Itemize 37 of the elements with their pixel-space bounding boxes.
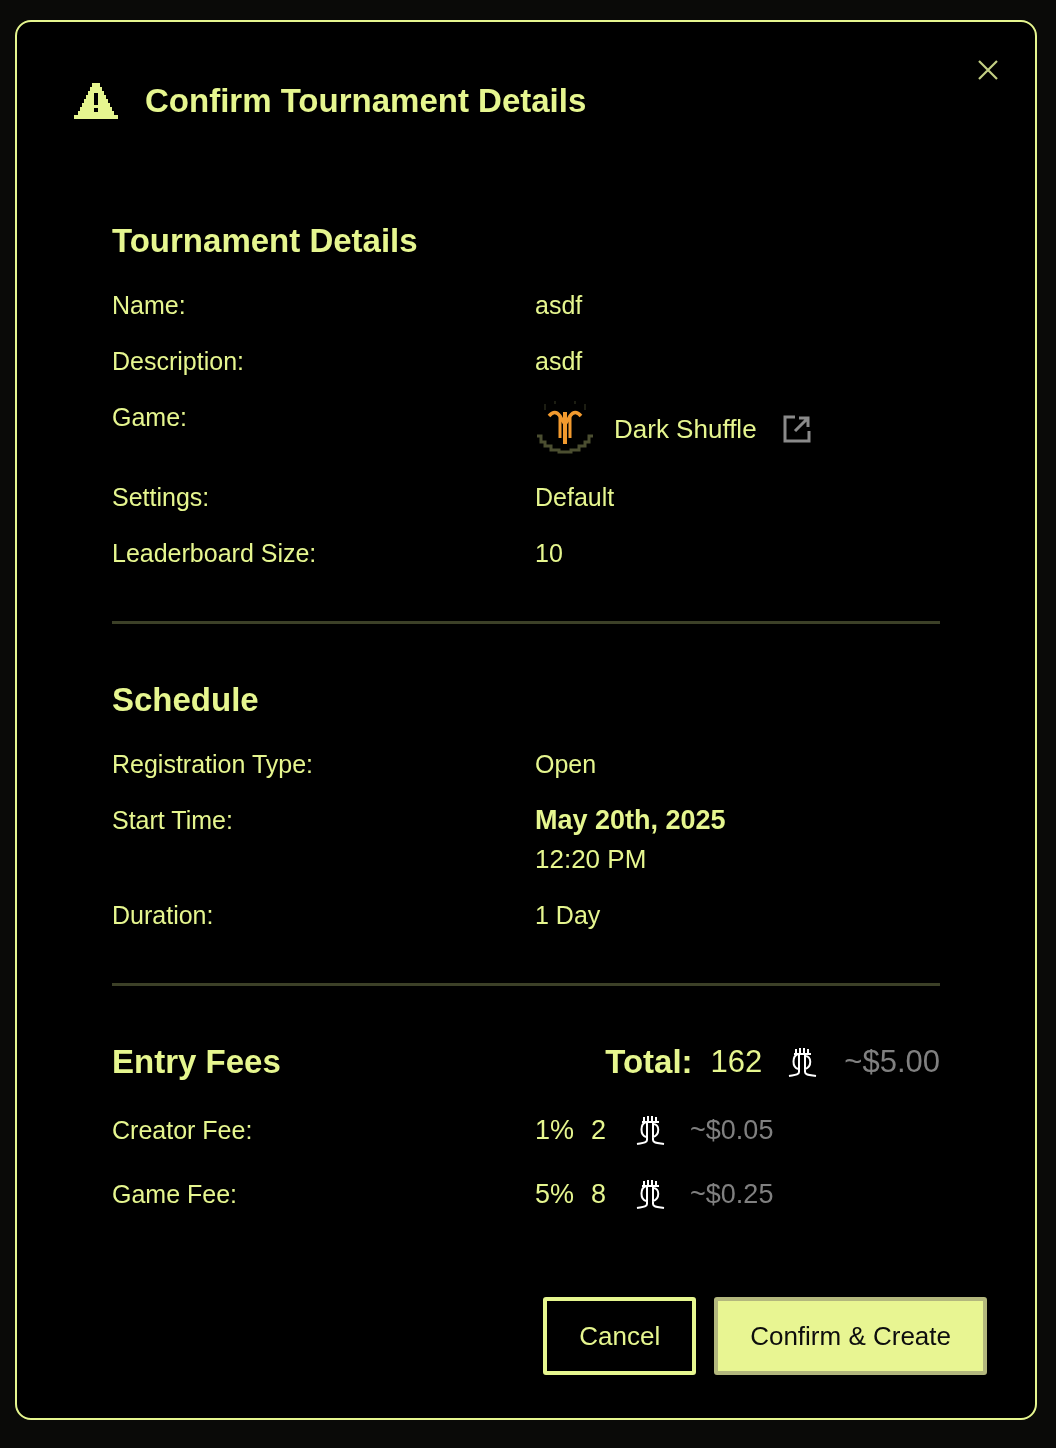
field-label: Description: <box>112 346 245 377</box>
start-date: May 20th, 2025 <box>535 804 727 836</box>
usd-amount: ~$0.05 <box>690 1114 774 1147</box>
field-label: Leaderboard Size: <box>112 538 318 569</box>
field-label: Game: <box>112 402 189 433</box>
field-label: Start Time: <box>112 805 234 836</box>
token-amount: 8 <box>591 1178 607 1211</box>
field-label: Name: <box>112 290 187 321</box>
token-amount: 162 <box>710 1043 763 1081</box>
fee-percent: 1% <box>535 1114 575 1147</box>
total-label: Total: <box>605 1042 693 1082</box>
warning-icon <box>74 83 118 119</box>
confirm-button[interactable]: Confirm & Create <box>714 1297 987 1375</box>
field-value: Default <box>535 482 616 513</box>
token-amount: 2 <box>591 1114 607 1147</box>
fee-percent: 5% <box>535 1178 575 1211</box>
field-label: Registration Type: <box>112 749 315 780</box>
dialog-title: Confirm Tournament Details <box>145 81 587 121</box>
start-time: 12:20 PM <box>535 843 648 875</box>
field-value: 1 Day <box>535 900 602 931</box>
close-icon <box>978 60 998 80</box>
section-heading: Entry Fees <box>112 1042 281 1082</box>
field-label: Game Fee: <box>112 1179 239 1210</box>
section-heading: Tournament Details <box>112 221 418 261</box>
field-value: Open <box>535 749 598 780</box>
field-value: 10 <box>535 538 564 569</box>
cancel-button[interactable]: Cancel <box>543 1297 697 1375</box>
field-value: asdf <box>535 290 584 321</box>
external-link-icon[interactable] <box>782 415 811 443</box>
field-label: Creator Fee: <box>112 1115 254 1146</box>
section-heading: Schedule <box>112 680 259 720</box>
field-label: Settings: <box>112 482 211 513</box>
usd-amount: ~$5.00 <box>844 1043 940 1081</box>
field-label: Duration: <box>112 900 215 931</box>
game-name: Dark Shuffle <box>614 413 757 445</box>
usd-amount: ~$0.25 <box>690 1178 774 1211</box>
field-value: asdf <box>535 346 584 377</box>
